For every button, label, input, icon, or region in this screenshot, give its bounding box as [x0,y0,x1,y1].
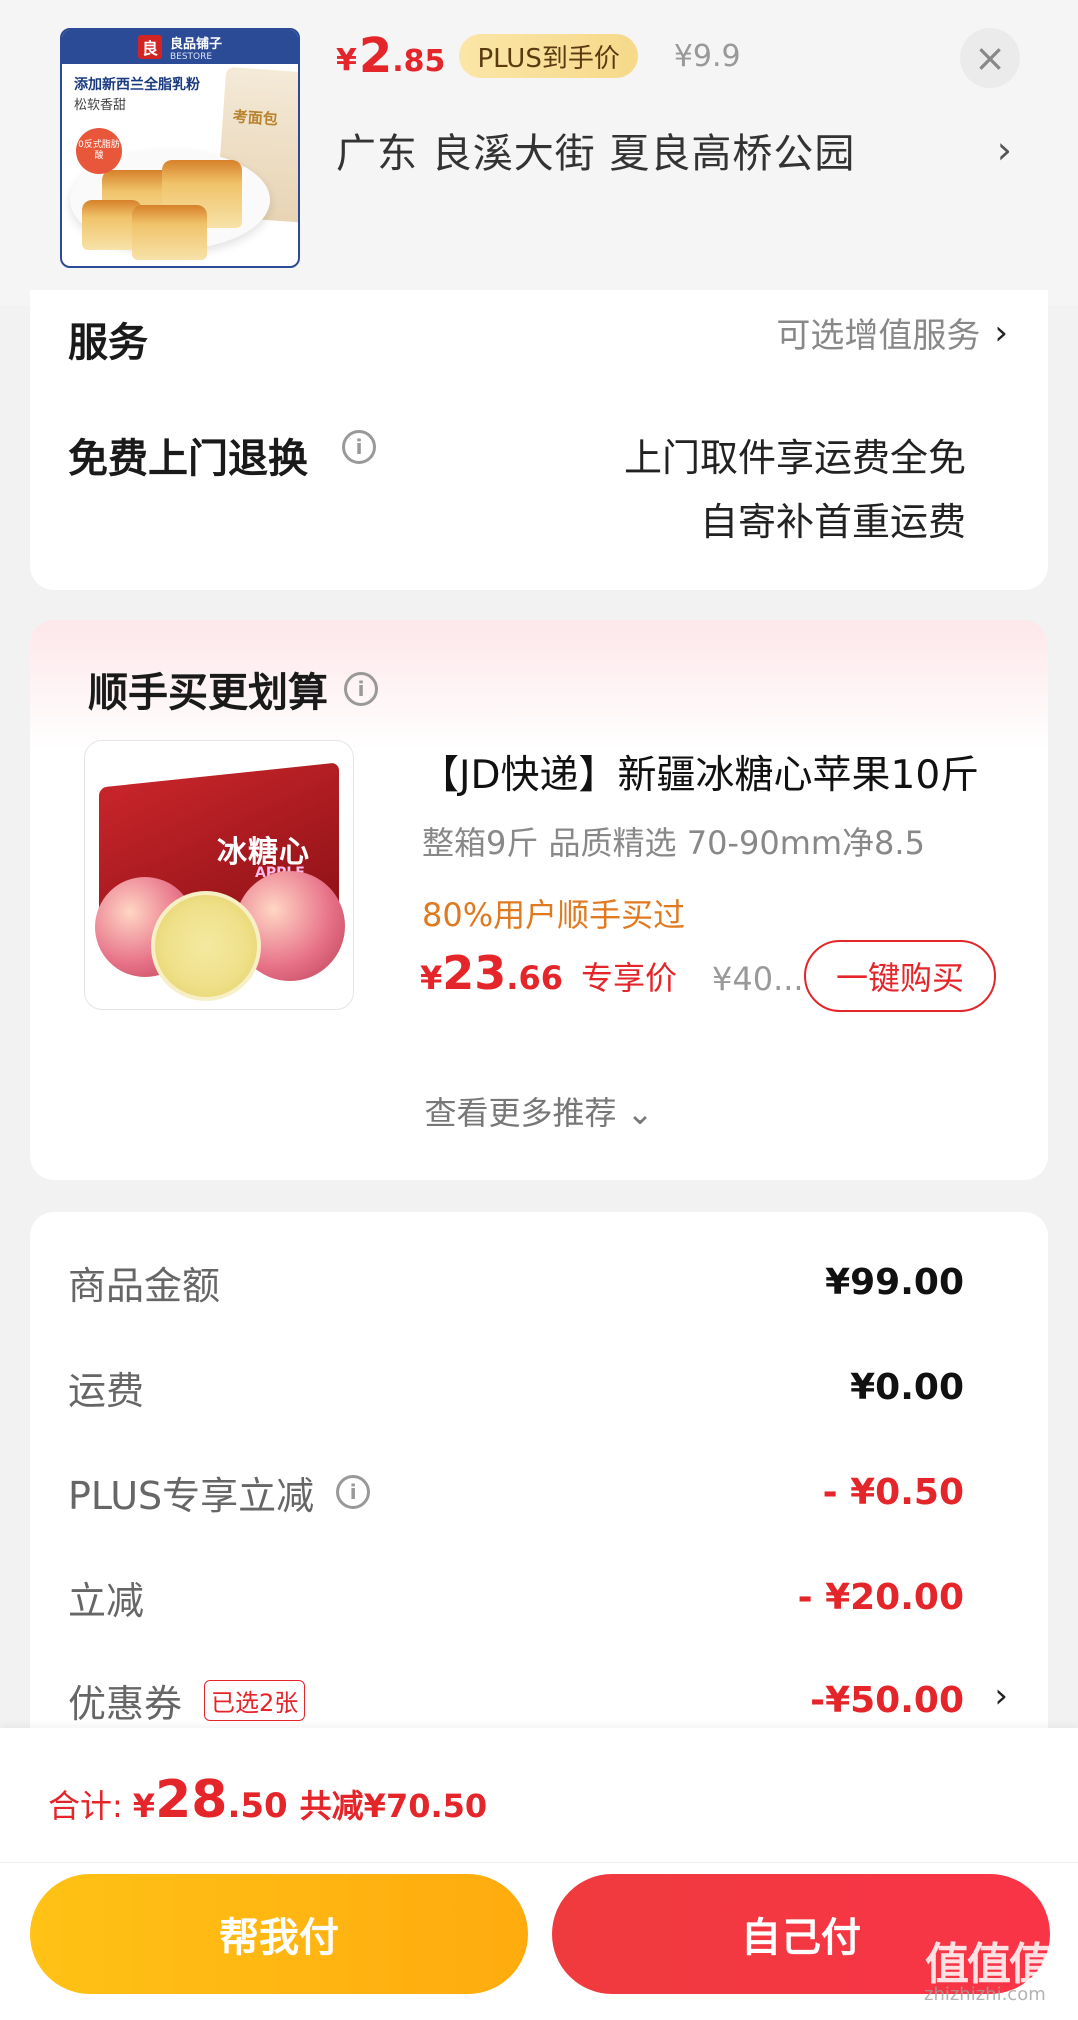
free-return-title: 免费上门退换 [68,436,308,482]
thumbnail-badge: 0反式脂肪酸 [76,128,122,174]
amount-summary-card: 商品金额 ¥99.00 运费 ¥0.00 PLUS专享立减 i - ¥0.50 … [30,1212,1048,1752]
thumbnail-headline: 添加新西兰全脂乳粉 [74,77,200,93]
amount-row-value: -¥50.00 [810,1679,964,1721]
amount-row-value: - ¥20.00 [797,1576,964,1618]
price-currency: ¥ [336,42,357,78]
amount-row-shipping: 运费 ¥0.00 [68,1357,964,1417]
price-integer: 2 [358,28,393,84]
thumbnail-brand-en: BESTORE [169,51,213,62]
amount-row-value: - ¥0.50 [822,1471,964,1513]
amount-row-value: ¥99.00 [825,1261,964,1303]
recommended-product-name[interactable]: 【JD快递】新疆冰糖心苹果10斤 [420,744,979,800]
product-thumbnail[interactable]: 良 良品铺子 BESTORE 添加新西兰全脂乳粉 松软香甜 考面包 0反式脂肪酸 [60,28,300,268]
recommended-product-image[interactable]: 冰糖心 APPLE [84,740,354,1010]
rec-price-currency: ¥ [420,959,443,997]
watermark-logo: 值值值 [925,1939,1053,1990]
help-me-pay-button[interactable]: 帮我付 [30,1874,528,1994]
close-button[interactable]: × [960,28,1020,88]
total-label: 合计: [48,1787,123,1825]
recommended-product-spec: 整箱9斤 品质精选 70-90mm净8.5 [422,824,925,862]
divider [0,1862,1078,1863]
delivery-address-row[interactable]: 广东 良溪大街 夏良高桥公园 › [336,120,1016,180]
brand-logo-icon: 良 [137,35,162,59]
amount-row-coupon[interactable]: 优惠券 已选2张 -¥50.00 [68,1670,964,1730]
total-currency: ¥ [132,1787,156,1825]
return-desc-line2: 自寄补首重运费 [699,500,966,544]
service-title: 服务 [68,320,148,366]
product-price-row: ¥ 2 .85 PLUS到手价 ¥9.9 [336,26,741,86]
amount-row-instant-discount: 立减 - ¥20.00 [68,1567,964,1627]
watermark-url: zhizhizhi.com [924,1984,1046,2005]
total-saved: 共减¥70.50 [299,1787,488,1825]
free-return-info-button[interactable]: i [342,430,376,464]
plus-price-tag: PLUS到手价 [459,34,638,78]
amount-row-label: 立减 [68,1578,145,1623]
coupon-selected-badge: 已选2张 [204,1679,306,1721]
amount-row-plus-discount: PLUS专享立减 i - ¥0.50 [68,1462,964,1522]
apple-slice-image [151,891,261,1001]
thumbnail-brand-bar: 良 良品铺子 BESTORE [62,30,298,64]
thumbnail-subline: 松软香甜 [74,98,127,113]
return-desc-line1: 上门取件享运费全免 [623,436,966,480]
amount-row-goods: 商品金额 ¥99.00 [68,1252,964,1312]
thumbnail-bag-text: 考面包 [232,107,279,129]
total-decimal: .50 [227,1786,288,1826]
total-integer: 28 [155,1770,228,1830]
recommended-product-social-proof: 80%用户顺手买过 [422,896,686,934]
amount-row-label: 商品金额 [68,1263,221,1308]
amount-row-label-text: PLUS专享立减 [68,1473,315,1518]
service-card: 服务 可选增值服务 › 免费上门退换 i 上门取件享运费全免 自寄补首重运费 [30,290,1048,590]
bread-bun-image [132,205,207,260]
checkout-bar: 合计: ¥ 28 .50 共减¥70.50 帮我付 自己付 [0,1728,1078,2020]
recommendation-title-text: 顺手买更划算 [88,670,328,716]
more-recommendations-link[interactable]: 查看更多推荐 ⌄ [30,1088,1048,1134]
info-icon: i [342,430,376,464]
chevron-right-icon: › [996,128,1012,172]
price-decimal: .85 [392,43,446,79]
rec-price-decimal: .66 [506,959,563,997]
thumbnail-brand-name: 良品铺子 [169,36,222,52]
chevron-right-icon[interactable]: › [994,1676,1008,1716]
amount-row-label: 运费 [68,1368,145,1413]
order-total: 合计: ¥ 28 .50 共减¥70.50 [48,1770,487,1830]
original-price: ¥9.9 [673,38,741,74]
recommended-product-original-price: ¥40... [712,960,804,998]
product-header: 良 良品铺子 BESTORE 添加新西兰全脂乳粉 松软香甜 考面包 0反式脂肪酸… [0,0,1078,305]
optional-service-link[interactable]: 可选增值服务 › [776,308,1008,357]
info-icon[interactable]: i [336,1475,371,1509]
recommended-product-price: ¥ 23 .66 专享价 [420,946,677,1000]
amount-row-value: ¥0.00 [850,1366,964,1408]
rec-price-integer: 23 [442,946,507,1000]
one-click-buy-button[interactable]: 一键购买 [804,940,996,1012]
info-icon[interactable]: i [344,672,378,706]
chevron-right-icon: › [994,312,1008,353]
delivery-address: 广东 良溪大街 夏良高桥公园 [336,131,856,177]
amount-row-label: 优惠券 已选2张 [68,1673,306,1728]
amount-row-label-text: 优惠券 [68,1681,183,1726]
free-return-description: 上门取件享运费全免 自寄补首重运费 [624,426,966,554]
amount-row-label: PLUS专享立减 i [68,1465,371,1520]
close-icon: × [974,36,1006,80]
recommendation-title: 顺手买更划算 i [88,660,378,718]
optional-service-label: 可选增值服务 [776,316,981,356]
rec-price-tag: 专享价 [580,959,677,997]
recommendation-card: 顺手买更划算 i 冰糖心 APPLE 【JD快递】新疆冰糖心苹果10斤 整箱9斤… [30,620,1048,1180]
